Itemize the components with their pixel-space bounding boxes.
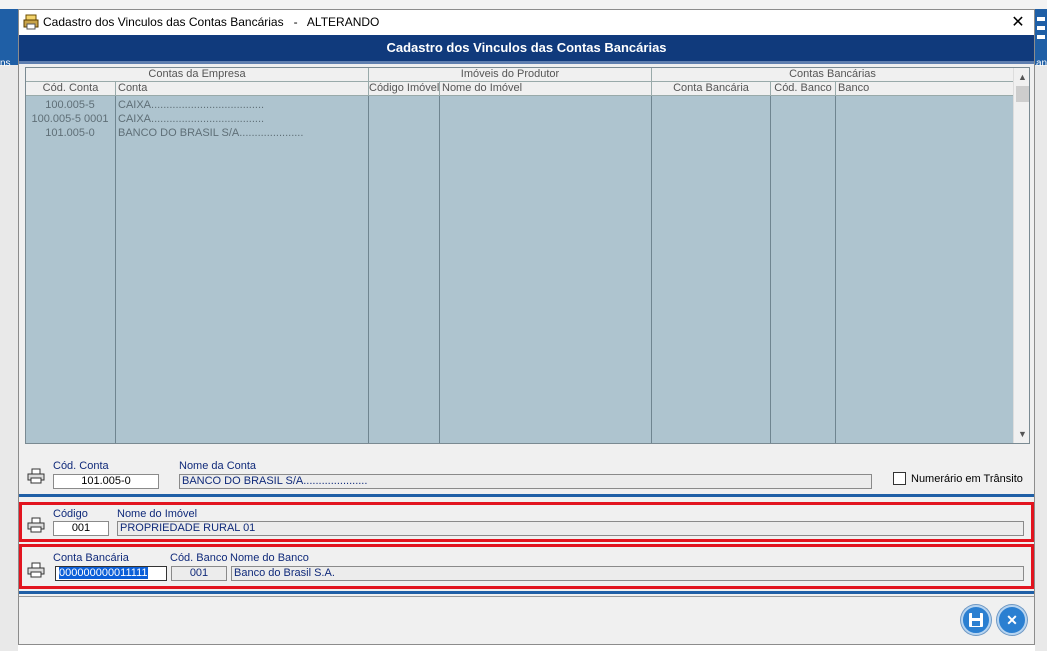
grid-divider: [439, 96, 440, 443]
desktop-right-tile[interactable]: [1035, 9, 1047, 65]
group-contas-empresa: Contas da Empresa: [26, 68, 369, 82]
nome-imovel-field: PROPRIEDADE RURAL 01: [117, 521, 1024, 536]
cod-conta-label: Cód. Conta: [53, 460, 109, 472]
nome-imovel-label: Nome do Imóvel: [117, 508, 198, 520]
desktop-right-text: an: [1036, 58, 1047, 69]
floppy-disk-icon: [969, 613, 983, 627]
x-icon: ✕: [1006, 612, 1018, 628]
col-conta-bancaria[interactable]: Conta Bancária: [652, 82, 771, 96]
col-conta[interactable]: Conta: [116, 82, 369, 96]
desktop-left-tile: [0, 9, 18, 65]
app-icon: [23, 14, 39, 30]
grid-divider: [651, 96, 652, 443]
nome-conta-field: BANCO DO BRASIL S/A.....................: [179, 474, 872, 489]
scroll-up-icon[interactable]: ▲: [1014, 70, 1029, 84]
row-conta[interactable]: BANCO DO BRASIL S/A.....................: [118, 126, 303, 140]
title-bar: Cadastro dos Vinculos das Contas Bancári…: [19, 10, 1034, 35]
scroll-down-icon[interactable]: ▼: [1014, 427, 1029, 441]
grid-divider: [368, 96, 369, 443]
footer-divider: [19, 591, 1034, 594]
conta-bancaria-value: 000000000011111: [59, 567, 148, 579]
codigo-imovel-label: Código: [53, 508, 88, 520]
row-cod[interactable]: 100.005-5: [26, 98, 114, 112]
close-icon[interactable]: ✕: [1004, 12, 1032, 33]
grid-divider: [835, 96, 836, 443]
accounts-grid[interactable]: Contas da Empresa Imóveis do Produtor Co…: [25, 67, 1030, 444]
menu-icon: [1037, 17, 1045, 39]
section-divider: [19, 494, 1034, 497]
nome-banco-label: Nome do Banco: [230, 552, 309, 564]
row-conta[interactable]: CAIXA...................................…: [118, 112, 264, 126]
save-button[interactable]: [961, 605, 991, 635]
conta-bancaria-field[interactable]: 000000000011111: [55, 566, 167, 581]
nome-conta-label: Nome da Conta: [179, 460, 257, 472]
cod-banco-field: 001: [171, 566, 227, 581]
desktop-left-text: ns: [0, 58, 11, 69]
numerario-label[interactable]: Numerário em Trânsito: [911, 473, 1023, 485]
col-cod-conta[interactable]: Cód. Conta: [26, 82, 116, 96]
printer-icon[interactable]: [27, 517, 45, 533]
scroll-thumb[interactable]: [1016, 86, 1029, 102]
row-cod[interactable]: 101.005-0: [26, 126, 114, 140]
printer-icon[interactable]: [27, 562, 45, 578]
desktop-top-strip: [0, 0, 1047, 9]
printer-icon[interactable]: [27, 468, 45, 484]
row-conta[interactable]: CAIXA...................................…: [118, 98, 264, 112]
grid-divider: [770, 96, 771, 443]
numerario-checkbox[interactable]: [893, 472, 906, 485]
conta-bancaria-label: Conta Bancária: [53, 552, 129, 564]
desktop-right-strip: an: [1035, 9, 1047, 651]
cod-conta-field[interactable]: 101.005-0: [53, 474, 159, 489]
col-nome-imovel[interactable]: Nome do Imóvel: [440, 82, 652, 96]
page-header: Cadastro dos Vinculos das Contas Bancári…: [19, 35, 1034, 64]
imovel-highlight: Código 001 Nome do Imóvel PROPRIEDADE RU…: [19, 502, 1034, 542]
desktop-left-strip: ns: [0, 9, 18, 651]
group-contas-bancarias: Contas Bancárias: [789, 68, 876, 80]
group-imoveis-produtor: Imóveis do Produtor: [369, 68, 652, 82]
col-codigo-imovel[interactable]: Código Imóvel: [369, 82, 440, 96]
col-banco[interactable]: Banco: [836, 82, 1013, 96]
grid-group-header: Contas da Empresa Imóveis do Produtor Co…: [26, 68, 1013, 82]
grid-column-header: Cód. Conta Conta Código Imóvel Nome do I…: [26, 82, 1013, 96]
grid-divider: [115, 96, 116, 443]
codigo-imovel-field[interactable]: 001: [53, 521, 109, 536]
grid-scrollbar[interactable]: ▲ ▼: [1013, 68, 1029, 443]
dialog-window: Cadastro dos Vinculos das Contas Bancári…: [18, 9, 1035, 645]
nome-banco-field: Banco do Brasil S.A.: [231, 566, 1024, 581]
col-cod-banco[interactable]: Cód. Banco: [771, 82, 836, 96]
cod-banco-label: Cód. Banco: [170, 552, 228, 564]
row-cod[interactable]: 100.005-5 0001: [26, 112, 114, 126]
banco-highlight: Conta Bancária 000000000011111 Cód. Banc…: [19, 544, 1034, 589]
window-title: Cadastro dos Vinculos das Contas Bancári…: [43, 15, 380, 29]
footer-divider-grey: [19, 596, 1034, 597]
cancel-button[interactable]: ✕: [997, 605, 1027, 635]
